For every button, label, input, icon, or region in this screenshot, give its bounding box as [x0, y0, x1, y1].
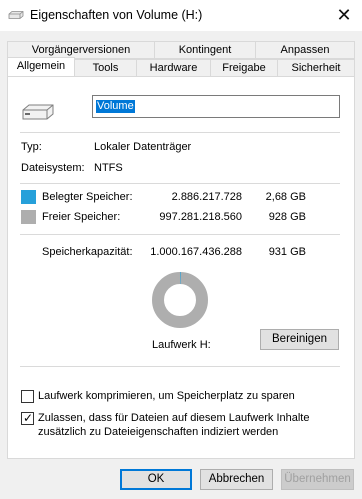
tab-sicherheit[interactable]: Sicherheit — [277, 59, 355, 77]
type-value: Lokaler Datenträger — [94, 141, 192, 153]
volume-name-selected-text: Volume — [96, 100, 135, 113]
capacity-label: Speicherkapazität: — [42, 246, 133, 258]
volume-name-input[interactable]: Volume — [92, 95, 340, 118]
used-space-bytes: 2.886.217.728 — [171, 191, 242, 203]
window-title: Eigenschaften von Volume (H:) — [30, 8, 203, 22]
drive-icon — [8, 11, 24, 19]
filesystem-label: Dateisystem: — [21, 162, 85, 174]
tab-tools[interactable]: Tools — [74, 59, 137, 77]
free-space-swatch — [21, 210, 36, 224]
tab-allgemein[interactable]: Allgemein — [7, 57, 75, 77]
compress-label: Laufwerk komprimieren, um Speicherplatz … — [38, 390, 295, 402]
index-label-line2: zusätzlich zu Dateieigenschaften indizie… — [38, 426, 279, 438]
close-icon[interactable]: ✕ — [333, 5, 355, 25]
divider — [20, 132, 340, 133]
tab-kontingent[interactable]: Kontingent — [154, 41, 256, 59]
index-label-line1: Zulassen, dass für Dateien auf diesem La… — [38, 412, 310, 424]
divider — [20, 366, 340, 367]
cancel-button[interactable]: Abbrechen — [200, 469, 273, 490]
tab-freigabe[interactable]: Freigabe — [210, 59, 278, 77]
apply-button[interactable]: Übernehmen — [281, 469, 354, 490]
free-space-ring — [152, 272, 208, 328]
drive-large-icon — [22, 104, 54, 120]
free-space-label: Freier Speicher: — [42, 211, 121, 223]
free-space-size: 928 GB — [268, 211, 306, 223]
filesystem-value: NTFS — [94, 162, 123, 174]
divider — [20, 234, 340, 235]
compress-checkbox[interactable] — [21, 390, 34, 403]
used-space-label: Belegter Speicher: — [42, 191, 133, 203]
free-space-bytes: 997.281.218.560 — [159, 211, 242, 223]
cleanup-button[interactable]: Bereinigen — [260, 329, 339, 350]
capacity-size: 931 GB — [268, 246, 306, 258]
used-space-swatch — [21, 190, 36, 204]
divider — [20, 183, 340, 184]
ok-button[interactable]: OK — [120, 469, 192, 490]
drive-label: Laufwerk H: — [152, 339, 211, 351]
capacity-bytes: 1.000.167.436.288 — [150, 246, 242, 258]
index-checkbox[interactable]: ✓ — [21, 411, 34, 425]
usage-donut-chart — [152, 272, 208, 328]
type-label: Typ: — [21, 141, 42, 153]
used-space-size: 2,68 GB — [265, 191, 306, 203]
tab-hardware[interactable]: Hardware — [136, 59, 211, 77]
checkmark-icon: ✓ — [23, 411, 34, 425]
tab-anpassen[interactable]: Anpassen — [255, 41, 355, 59]
